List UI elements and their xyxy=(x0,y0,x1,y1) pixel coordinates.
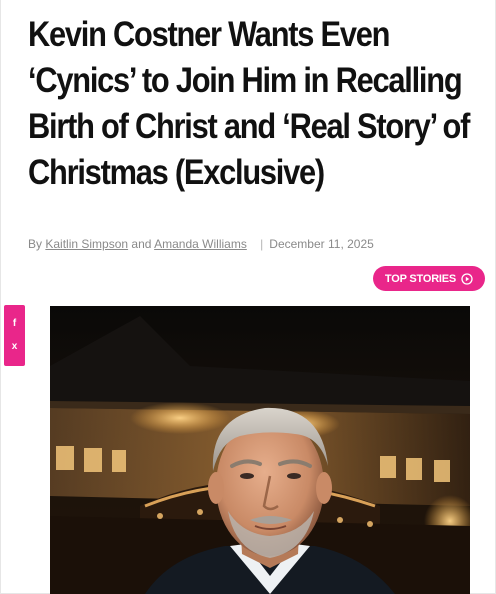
byline-separator: | xyxy=(260,237,264,251)
hero-photo-illustration xyxy=(50,306,470,594)
article-hero-photo xyxy=(50,306,470,594)
play-circle-icon xyxy=(461,272,473,285)
social-share-rail: f x xyxy=(4,305,25,366)
byline-prefix: By xyxy=(28,237,43,251)
author-link-kaitlin-simpson[interactable]: Kaitlin Simpson xyxy=(45,237,128,251)
top-stories-label: TOP STORIES xyxy=(384,272,457,285)
article-byline: By Kaitlin Simpson and Amanda Williams |… xyxy=(28,237,374,251)
publish-date: December 11, 2025 xyxy=(269,237,374,251)
x-icon[interactable]: x xyxy=(12,342,18,352)
top-stories-button[interactable]: TOP STORIES xyxy=(373,266,485,291)
facebook-icon[interactable]: f xyxy=(13,318,16,329)
byline-conjunction: and xyxy=(131,237,152,251)
author-link-amanda-williams[interactable]: Amanda Williams xyxy=(154,237,247,251)
article-headline: Kevin Costner Wants Even ‘Cynics’ to Joi… xyxy=(28,15,470,192)
